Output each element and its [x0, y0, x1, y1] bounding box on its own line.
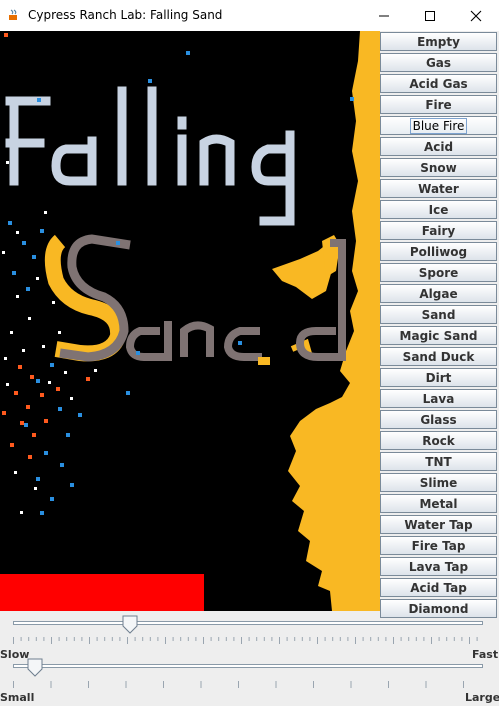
minimize-button[interactable] [361, 0, 407, 31]
size-slider-ticks [13, 681, 464, 688]
element-button-label: Water Tap [404, 517, 473, 532]
element-button-snow[interactable]: Snow [380, 158, 497, 177]
element-button-blue-fire[interactable]: Blue Fire [380, 116, 497, 135]
speed-slider-track[interactable] [13, 621, 483, 625]
element-button-label: Fire Tap [411, 538, 466, 553]
element-button-water[interactable]: Water [380, 179, 497, 198]
element-button-sand[interactable]: Sand [380, 305, 497, 324]
element-button-ice[interactable]: Ice [380, 200, 497, 219]
element-button-acid-tap[interactable]: Acid Tap [380, 578, 497, 597]
element-button-label: Acid Tap [410, 580, 467, 595]
element-button-metal[interactable]: Metal [380, 494, 497, 513]
element-button-label: Fairy [421, 223, 456, 238]
element-button-label: Metal [419, 496, 458, 511]
element-button-fire[interactable]: Fire [380, 95, 497, 114]
element-button-slime[interactable]: Slime [380, 473, 497, 492]
element-button-label: Ice [428, 202, 449, 217]
size-slider[interactable] [13, 658, 483, 678]
element-button-algae[interactable]: Algae [380, 284, 497, 303]
title-bar: Cypress Ranch Lab: Falling Sand [0, 0, 499, 31]
element-button-panel: Empty Gas Acid Gas Fire Blue Fire Acid Snow Wat… [380, 31, 499, 619]
close-icon [470, 10, 482, 21]
element-button-gas[interactable]: Gas [380, 53, 497, 72]
element-button-label: Slime [419, 475, 458, 490]
element-button-label: Glass [420, 412, 457, 427]
element-button-fairy[interactable]: Fairy [380, 221, 497, 240]
element-button-label: Snow [420, 160, 457, 175]
speed-slider-thumb[interactable] [122, 615, 138, 634]
size-max-label: Large [465, 691, 499, 704]
element-button-label: Acid Gas [409, 76, 468, 91]
maximize-button[interactable] [407, 0, 453, 31]
element-button-label: TNT [425, 454, 452, 469]
element-button-glass[interactable]: Glass [380, 410, 497, 429]
speed-slider-ticks [13, 637, 478, 644]
size-min-label: Small [0, 691, 35, 704]
element-button-fire-tap[interactable]: Fire Tap [380, 536, 497, 555]
element-button-label: Lava [422, 391, 455, 406]
element-button-label: Gas [425, 55, 452, 70]
simulation-canvas[interactable] [0, 31, 380, 611]
size-slider-track[interactable] [13, 664, 483, 668]
element-button-label: Rock [422, 433, 455, 448]
element-button-label: Empty [417, 34, 460, 49]
element-button-empty[interactable]: Empty [380, 32, 497, 51]
element-button-label: Sand Duck [402, 349, 475, 364]
element-button-dirt[interactable]: Dirt [380, 368, 497, 387]
element-button-label: Magic Sand [399, 328, 478, 343]
element-button-lava[interactable]: Lava [380, 389, 497, 408]
close-button[interactable] [453, 0, 499, 31]
element-button-water-tap[interactable]: Water Tap [380, 515, 497, 534]
element-button-rock[interactable]: Rock [380, 431, 497, 450]
element-button-acid[interactable]: Acid [380, 137, 497, 156]
element-button-label: Fire [425, 97, 452, 112]
element-button-label: Water [418, 181, 459, 196]
element-button-label: Spore [418, 265, 459, 280]
maximize-icon [425, 10, 435, 21]
window-title: Cypress Ranch Lab: Falling Sand [28, 8, 223, 22]
element-button-label: Lava Tap [408, 559, 469, 574]
element-button-label: Algae [419, 286, 458, 301]
java-app-icon [9, 9, 17, 20]
minimize-icon [379, 15, 389, 16]
element-button-polliwog[interactable]: Polliwog [380, 242, 497, 261]
element-button-label: Blue Fire [409, 117, 468, 134]
element-button-sand-duck[interactable]: Sand Duck [380, 347, 497, 366]
element-button-tnt[interactable]: TNT [380, 452, 497, 471]
element-button-label: Polliwog [409, 244, 468, 259]
speed-slider[interactable] [13, 615, 483, 635]
size-slider-thumb[interactable] [27, 658, 43, 677]
element-button-label: Sand [421, 307, 456, 322]
element-button-spore[interactable]: Spore [380, 263, 497, 282]
element-button-lava-tap[interactable]: Lava Tap [380, 557, 497, 576]
element-button-magic-sand[interactable]: Magic Sand [380, 326, 497, 345]
element-button-label: Acid [423, 139, 454, 154]
element-button-label: Dirt [425, 370, 452, 385]
element-button-acid-gas[interactable]: Acid Gas [380, 74, 497, 93]
element-button-label: Diamond [408, 601, 469, 616]
